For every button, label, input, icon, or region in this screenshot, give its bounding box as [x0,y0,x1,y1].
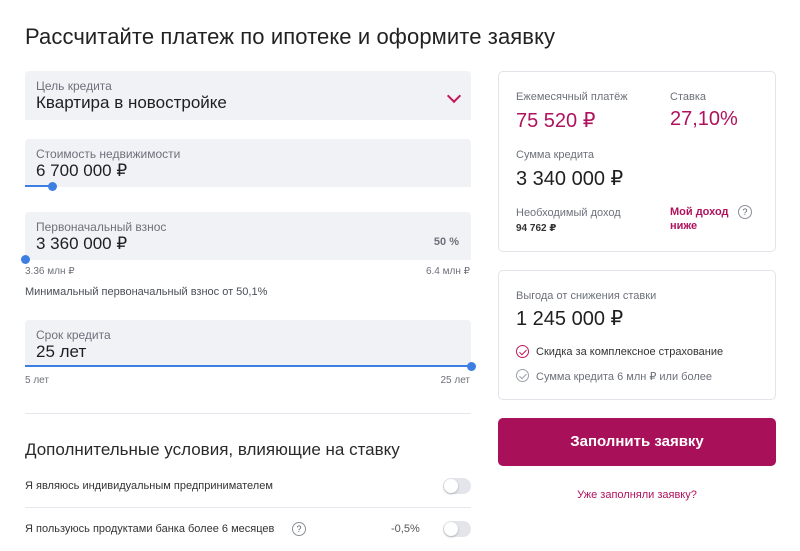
loan-amount-label: Сумма кредита [516,149,595,161]
condition-divider [25,507,471,508]
rate-value: 27,10% [670,108,738,130]
benefit-item-loan-amount: Сумма кредита 6 млн ₽ или более [536,371,713,383]
section-divider [25,413,471,414]
loan-amount-value: 3 340 000 ₽ [516,168,624,190]
down-payment-value: 3 360 000 ₽ [36,234,128,253]
monthly-payment-label: Ежемесячный платёж [516,91,628,103]
down-payment-max-tick: 6.4 млн ₽ [425,266,470,277]
conditions-title: Дополнительные условия, влияющие на став… [25,440,400,459]
loan-term-field[interactable]: Срок кредита 25 лет [25,320,476,371]
price-slider-handle[interactable] [47,182,57,191]
benefit-item-insurance: Скидка за комплексное страхование [536,346,724,358]
my-income-lower-link[interactable]: Мой доход ниже [670,205,729,233]
benefit-value: 1 245 000 ₽ [516,308,624,330]
check-circle-icon [516,345,529,358]
toggle-bank-products[interactable] [443,521,471,537]
already-applied-link[interactable]: Уже заполняли заявку? [498,489,776,501]
term-slider-handle[interactable] [467,362,476,371]
toggle-entrepreneur[interactable] [443,478,471,494]
my-income-link-line1: Мой доход [670,206,729,218]
monthly-payment-value: 75 520 ₽ [516,110,596,132]
term-max-tick: 25 лет [440,375,470,386]
benefit-label: Выгода от снижения ставки [516,290,657,302]
down-payment-field[interactable]: Первоначальный взнос 3 360 000 ₽ 50 % [21,212,471,264]
term-slider-track[interactable] [25,365,471,367]
loan-purpose-select[interactable]: Цель кредита Квартира в новостройке [25,71,471,120]
chevron-down-icon[interactable] [446,88,462,104]
my-income-link-line2: ниже [670,220,698,232]
loan-term-label: Срок кредита [36,328,111,342]
required-income-label: Необходимый доход [516,207,621,219]
rate-label: Ставка [670,91,706,103]
submit-application-button[interactable]: Заполнить заявку [498,418,776,466]
check-circle-icon [516,369,529,382]
down-payment-slider-handle[interactable] [21,255,30,264]
term-min-tick: 5 лет [25,375,49,386]
loan-term-value: 25 лет [36,342,87,361]
property-price-label: Стоимость недвижимости [36,147,181,161]
condition-discount-value: -0,5% [391,523,420,535]
condition-label-entrepreneur: Я являюсь индивидуальным предпринимателе… [25,480,273,492]
benefit-card: Выгода от снижения ставки 1 245 000 ₽ Ск… [498,270,776,400]
down-payment-min-tick: 3.36 млн ₽ [25,266,75,277]
page-title: Рассчитайте платеж по ипотеке и оформите… [25,24,556,49]
question-circle-icon[interactable]: ? [738,205,752,219]
property-price-value: 6 700 000 ₽ [36,161,128,180]
loan-purpose-label: Цель кредита [36,79,112,93]
condition-label-bank-products: Я пользуюсь продуктами банка более 6 мес… [25,523,275,535]
loan-purpose-value: Квартира в новостройке [36,93,227,112]
required-income-value: 94 762 ₽ [516,223,557,234]
property-price-field[interactable]: Стоимость недвижимости 6 700 000 ₽ [25,139,471,191]
payment-summary-card: Ежемесячный платёж 75 520 ₽ Ставка 27,10… [498,71,776,252]
down-payment-label: Первоначальный взнос [36,220,167,234]
down-payment-percent: 50 % [433,236,459,248]
question-circle-icon[interactable]: ? [292,522,306,536]
down-payment-note: Минимальный первоначальный взнос от 50,1… [25,286,268,298]
